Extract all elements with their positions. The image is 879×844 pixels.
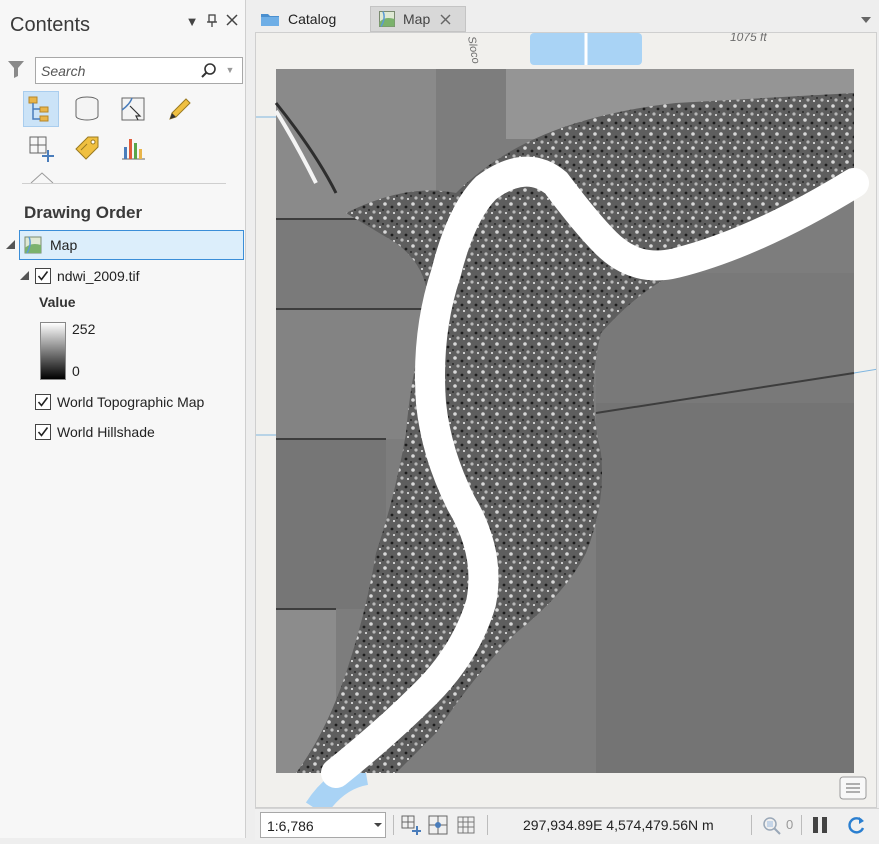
ndwi-visibility-checkbox[interactable] bbox=[35, 268, 51, 284]
legend-high-value: 252 bbox=[72, 321, 96, 337]
pause-drawing-icon[interactable] bbox=[809, 814, 831, 836]
list-by-editing-icon bbox=[169, 98, 191, 120]
tab-overflow-chevron-icon[interactable] bbox=[861, 16, 871, 24]
tab-map-label: Map bbox=[403, 11, 431, 27]
search-options-chevron-icon[interactable]: ▼ bbox=[224, 63, 236, 77]
list-by-charts-button[interactable] bbox=[115, 130, 151, 166]
refresh-icon[interactable] bbox=[845, 814, 867, 836]
map-statusbar: 1:6,786 297,934.89E 4,574,479.56N m 0 bbox=[255, 808, 879, 840]
ndwi-layer-label: ndwi_2009.tif bbox=[57, 268, 140, 284]
pin-icon[interactable] bbox=[204, 14, 220, 30]
legend-low-value: 0 bbox=[72, 363, 80, 379]
fixed-zoom-icon[interactable] bbox=[400, 814, 422, 836]
toc-layer-ndwi[interactable]: ndwi_2009.tif bbox=[35, 266, 140, 286]
tools-separator bbox=[22, 183, 226, 184]
view-tabbar: Catalog Map bbox=[254, 6, 879, 32]
tab-catalog[interactable]: Catalog bbox=[254, 6, 366, 32]
grid-icon[interactable] bbox=[455, 814, 477, 836]
basemap-elevation-label: 1075 ft bbox=[730, 33, 767, 44]
search-input[interactable] bbox=[41, 62, 191, 80]
map-view[interactable]: 1075 ft Sloco bbox=[255, 32, 877, 808]
world-hillshade-visibility-checkbox[interactable] bbox=[35, 424, 51, 440]
tab-map[interactable]: Map bbox=[370, 6, 466, 32]
map-notes-button[interactable] bbox=[839, 776, 867, 800]
list-by-snapping-button[interactable] bbox=[23, 130, 59, 166]
pane-options-icon[interactable]: ▼ bbox=[184, 14, 200, 30]
toc-layer-world-topographic[interactable]: World Topographic Map bbox=[35, 392, 204, 412]
legend-color-ramp bbox=[40, 322, 66, 380]
contents-pane: Contents ▼ ▼ bbox=[0, 0, 246, 838]
list-by-editing-button[interactable] bbox=[161, 91, 197, 127]
close-icon[interactable] bbox=[224, 14, 240, 30]
close-tab-icon[interactable] bbox=[440, 14, 451, 25]
contents-title: Contents bbox=[10, 14, 91, 36]
filter-icon[interactable] bbox=[7, 59, 25, 79]
map-icon bbox=[24, 236, 42, 254]
scale-value: 1:6,786 bbox=[267, 818, 314, 834]
search-box[interactable]: ▼ bbox=[35, 57, 243, 84]
search-icon[interactable] bbox=[200, 62, 218, 80]
drawing-order-heading: Drawing Order bbox=[24, 203, 143, 222]
world-topographic-label: World Topographic Map bbox=[57, 394, 205, 410]
list-by-selection-button[interactable] bbox=[115, 91, 151, 127]
list-by-snapping-icon bbox=[29, 136, 54, 162]
toc-map-item[interactable]: Map bbox=[19, 230, 244, 260]
list-by-data-source-button[interactable] bbox=[69, 91, 105, 127]
list-by-charts-icon bbox=[122, 139, 145, 160]
list-by-drawing-order-icon bbox=[28, 96, 49, 122]
list-by-selection-icon bbox=[121, 97, 145, 121]
world-topographic-visibility-checkbox[interactable] bbox=[35, 394, 51, 410]
list-by-drawing-order-button[interactable] bbox=[23, 91, 59, 127]
catalog-icon bbox=[261, 14, 279, 26]
list-by-data-source-icon bbox=[75, 96, 99, 121]
scale-dropdown-chevron-icon[interactable] bbox=[374, 821, 382, 829]
snapping-icon[interactable] bbox=[427, 814, 449, 836]
selected-features-count: 0 bbox=[786, 817, 794, 832]
scale-selector[interactable]: 1:6,786 bbox=[260, 812, 386, 838]
ndwi-raster bbox=[274, 69, 869, 788]
contents-header: Contents ▼ bbox=[0, 0, 246, 40]
collapse-map-icon[interactable] bbox=[6, 240, 15, 249]
legend-title: Value bbox=[39, 294, 76, 310]
world-hillshade-label: World Hillshade bbox=[57, 424, 155, 440]
selected-features-icon[interactable] bbox=[760, 814, 782, 836]
collapse-ndwi-layer-icon[interactable] bbox=[20, 271, 29, 280]
list-by-labeling-icon bbox=[75, 136, 99, 160]
cursor-coordinates: 297,934.89E 4,574,479.56N m bbox=[523, 817, 714, 833]
list-by-labeling-button[interactable] bbox=[69, 130, 105, 166]
map-canvas[interactable]: 1075 ft Sloco bbox=[256, 33, 877, 808]
toc-layer-world-hillshade[interactable]: World Hillshade bbox=[35, 422, 155, 442]
tab-catalog-label: Catalog bbox=[288, 11, 337, 27]
map-icon bbox=[379, 11, 395, 27]
toc-map-label: Map bbox=[50, 237, 78, 253]
